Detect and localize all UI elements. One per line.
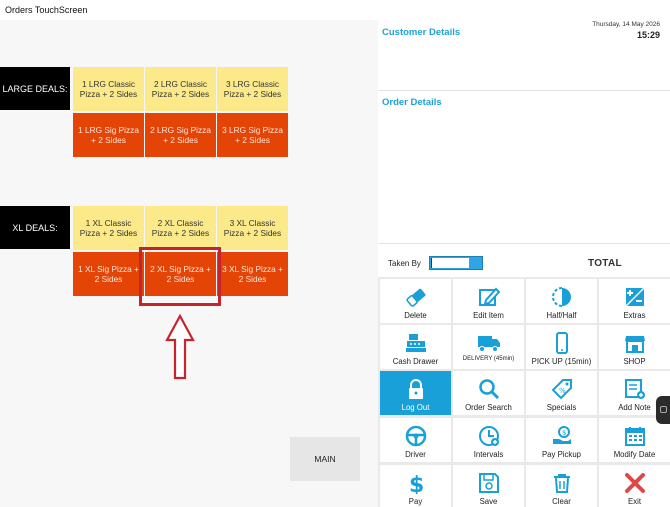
half-circle-icon bbox=[550, 285, 574, 309]
calendar-icon bbox=[623, 424, 647, 448]
save-button[interactable]: Save bbox=[453, 465, 524, 507]
panel-icon bbox=[660, 406, 667, 413]
delete-label: Delete bbox=[404, 311, 427, 320]
specials-button[interactable]: % Specials bbox=[526, 371, 597, 415]
edit-icon bbox=[477, 285, 501, 309]
deal-2-lrg-classic[interactable]: 2 LRG Classic Pizza + 2 Sides bbox=[145, 67, 216, 111]
highlight-box bbox=[139, 247, 221, 306]
note-icon bbox=[623, 377, 647, 401]
shop-label: SHOP bbox=[623, 357, 646, 366]
pay-label: Pay bbox=[408, 497, 423, 506]
pick-up-button[interactable]: PICK UP (15min) bbox=[526, 325, 597, 369]
modify-date-label: Modify Date bbox=[613, 450, 656, 459]
pay-pickup-label: Pay Pickup bbox=[541, 450, 581, 459]
cash-drawer-button[interactable]: Cash Drawer bbox=[380, 325, 451, 369]
half-half-label: Half/Half bbox=[546, 311, 577, 320]
shop-icon bbox=[623, 331, 647, 355]
window-title: Orders TouchScreen bbox=[5, 5, 88, 15]
deal-1-lrg-sig[interactable]: 1 LRG Sig Pizza + 2 Sides bbox=[73, 113, 144, 157]
cash-register-icon bbox=[404, 331, 428, 355]
pay-button[interactable]: $ Pay bbox=[380, 465, 451, 507]
taken-by-input[interactable] bbox=[429, 256, 483, 270]
cash-drawer-label: Cash Drawer bbox=[392, 357, 439, 366]
delivery-label: DELIVERY (45min) bbox=[462, 356, 515, 362]
phone-icon bbox=[550, 331, 574, 355]
divider bbox=[378, 243, 670, 244]
eraser-icon bbox=[404, 285, 428, 309]
clear-label: Clear bbox=[552, 497, 571, 506]
plus-minus-icon bbox=[623, 285, 647, 309]
deal-1-lrg-classic[interactable]: 1 LRG Classic Pizza + 2 Sides bbox=[73, 67, 144, 111]
order-search-label: Order Search bbox=[465, 403, 512, 412]
deal-2-lrg-sig[interactable]: 2 LRG Sig Pizza + 2 Sides bbox=[145, 113, 216, 157]
shop-button[interactable]: SHOP bbox=[599, 325, 670, 369]
deal-3-xl-sig[interactable]: 3 XL Sig Pizza + 2 Sides bbox=[217, 252, 288, 296]
intervals-label: Intervals bbox=[473, 450, 504, 459]
current-date: Thursday, 14 May 2026 bbox=[592, 21, 660, 28]
side-panel-tab[interactable] bbox=[656, 396, 670, 424]
taken-by-label: Taken By bbox=[388, 259, 421, 268]
svg-text:$: $ bbox=[409, 473, 424, 494]
taken-by-field[interactable] bbox=[431, 258, 469, 268]
divider bbox=[378, 90, 670, 91]
deal-2-xl-classic[interactable]: 2 XL Classic Pizza + 2 Sides bbox=[145, 206, 216, 250]
svg-text:%: % bbox=[559, 387, 566, 395]
title-bar: Orders TouchScreen bbox=[0, 0, 670, 20]
driver-label: Driver bbox=[405, 450, 426, 459]
customer-details-title: Customer Details bbox=[382, 27, 461, 38]
deal-1-xl-sig[interactable]: 1 XL Sig Pizza + 2 Sides bbox=[73, 252, 144, 296]
close-icon bbox=[623, 471, 647, 495]
driver-button[interactable]: Driver bbox=[380, 418, 451, 462]
delivery-button[interactable]: DELIVERY (45min) bbox=[453, 325, 524, 369]
exit-label: Exit bbox=[628, 497, 641, 506]
log-out-button[interactable]: Log Out bbox=[380, 371, 451, 415]
deal-3-xl-classic[interactable]: 3 XL Classic Pizza + 2 Sides bbox=[217, 206, 288, 250]
lock-icon bbox=[404, 377, 428, 401]
search-icon bbox=[477, 377, 501, 401]
order-search-button[interactable]: Order Search bbox=[453, 371, 524, 415]
extras-label: Extras bbox=[623, 311, 646, 320]
svg-text:$: $ bbox=[562, 429, 566, 437]
clock-icon bbox=[477, 424, 501, 448]
modify-date-button[interactable]: Modify Date bbox=[599, 418, 670, 462]
up-arrow-annotation bbox=[165, 314, 195, 380]
deal-3-lrg-sig[interactable]: 3 LRG Sig Pizza + 2 Sides bbox=[217, 113, 288, 157]
save-icon bbox=[477, 471, 501, 495]
trash-icon bbox=[550, 471, 574, 495]
hand-pay-icon: $ bbox=[550, 424, 574, 448]
truck-icon bbox=[477, 331, 501, 355]
exit-button[interactable]: Exit bbox=[599, 465, 670, 507]
large-deals-label: LARGE DEALS: bbox=[0, 67, 70, 110]
intervals-button[interactable]: Intervals bbox=[453, 418, 524, 462]
deal-1-xl-classic[interactable]: 1 XL Classic Pizza + 2 Sides bbox=[73, 206, 144, 250]
xl-deals-label: XL DEALS: bbox=[0, 206, 70, 249]
log-out-label: Log Out bbox=[401, 403, 430, 412]
total-label: TOTAL bbox=[588, 258, 622, 269]
edit-item-label: Edit Item bbox=[473, 311, 504, 320]
main-menu-button[interactable]: MAIN bbox=[290, 437, 360, 481]
tag-icon: % bbox=[550, 377, 574, 401]
order-details-title: Order Details bbox=[382, 97, 442, 108]
half-half-button[interactable]: Half/Half bbox=[526, 279, 597, 323]
current-time: 15:29 bbox=[636, 30, 660, 40]
specials-label: Specials bbox=[546, 403, 577, 412]
clear-button[interactable]: Clear bbox=[526, 465, 597, 507]
edit-item-button[interactable]: Edit Item bbox=[453, 279, 524, 323]
delete-button[interactable]: Delete bbox=[380, 279, 451, 323]
deal-3-lrg-classic[interactable]: 3 LRG Classic Pizza + 2 Sides bbox=[217, 67, 288, 111]
pick-up-label: PICK UP (15min) bbox=[531, 357, 592, 366]
extras-button[interactable]: Extras bbox=[599, 279, 670, 323]
dollar-icon: $ bbox=[404, 471, 428, 495]
add-note-label: Add Note bbox=[618, 403, 651, 412]
pay-pickup-button[interactable]: $ Pay Pickup bbox=[526, 418, 597, 462]
steering-wheel-icon bbox=[404, 424, 428, 448]
save-label: Save bbox=[479, 497, 498, 506]
